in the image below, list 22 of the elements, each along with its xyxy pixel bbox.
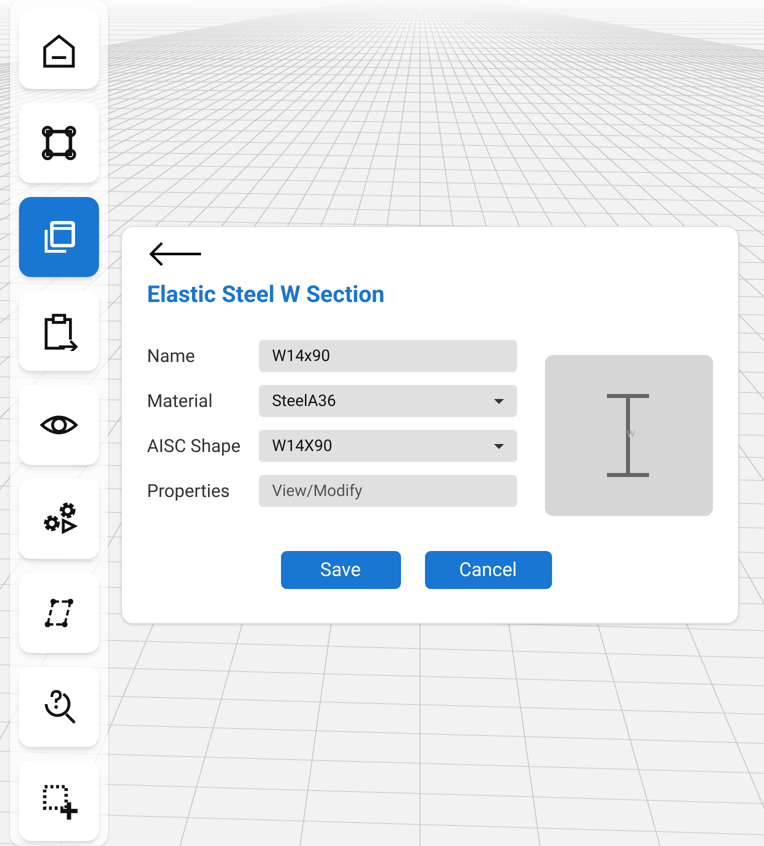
field-label: Properties [147,480,231,504]
field-label: Name [147,344,196,368]
sidebar-tool-button[interactable] [19,385,99,465]
square-nodes-icon [39,123,79,163]
name-input-field[interactable]: W14x90 [259,340,517,372]
dropdown-field[interactable]: SteelA36 [259,385,517,417]
field-label: Material [147,390,214,414]
properties-field[interactable]: View/Modify [259,475,517,507]
save-button[interactable]: Save [280,551,400,589]
sidebar-tool-button[interactable] [19,9,99,89]
dialog-title: Elastic Steel W Section [147,283,386,306]
dropdown-field[interactable]: W14X90 [259,430,517,462]
cancel-button[interactable]: Cancel [424,551,552,589]
sidebar-tool-button[interactable] [19,761,99,841]
dropdown-caret-icon [494,444,504,448]
sidebar-tool-button[interactable] [19,573,99,653]
sidebar-tool-button[interactable] [19,667,99,747]
dropdown-caret-icon [494,398,504,404]
sidebar-tool-button[interactable] [19,479,99,559]
sidebar-tool-button[interactable] [19,103,99,183]
sidebar-tool-button[interactable] [19,291,99,371]
field-label: AISC Shape [147,434,242,458]
